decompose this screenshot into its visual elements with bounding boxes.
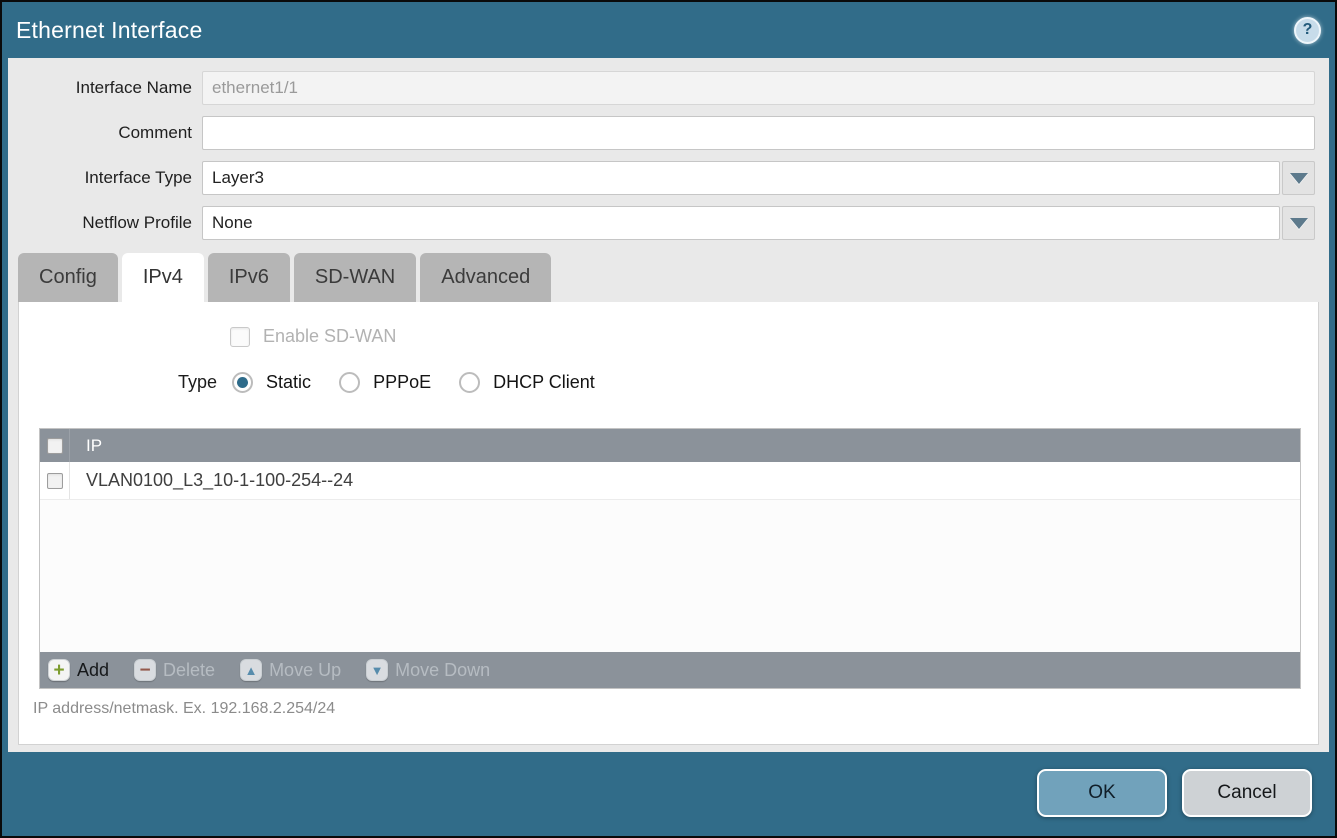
chevron-down-icon	[1290, 173, 1308, 184]
radio-pppoe-label[interactable]: PPPoE	[373, 372, 431, 393]
tab-config[interactable]: Config	[18, 253, 118, 302]
ip-table: IP VLAN0100_L3_10-1-100-254--24 + Add −	[39, 428, 1301, 689]
tab-sdwan[interactable]: SD-WAN	[294, 253, 416, 302]
chevron-down-icon	[1290, 218, 1308, 229]
ok-button[interactable]: OK	[1037, 769, 1167, 817]
form-row-interface-name: Interface Name	[8, 71, 1315, 105]
radio-dhcp-client-label[interactable]: DHCP Client	[493, 372, 595, 393]
cancel-button[interactable]: Cancel	[1182, 769, 1312, 817]
type-radio-group: Type Static PPPoE DHCP Client	[178, 372, 623, 393]
comment-field[interactable]	[202, 116, 1315, 150]
interface-type-label: Interface Type	[8, 168, 202, 188]
dialog-footer: OK Cancel	[2, 750, 1335, 836]
dialog-body: Interface Name Comment Interface Type Ne…	[8, 58, 1329, 752]
type-label: Type	[178, 372, 217, 393]
form-row-interface-type: Interface Type	[8, 161, 1315, 195]
help-icon[interactable]: ?	[1294, 17, 1321, 44]
table-row[interactable]: VLAN0100_L3_10-1-100-254--24	[40, 462, 1300, 500]
netflow-profile-label: Netflow Profile	[8, 213, 202, 233]
tab-ipv6[interactable]: IPv6	[208, 253, 290, 302]
tab-bar: Config IPv4 IPv6 SD-WAN Advanced	[18, 253, 1329, 302]
dialog-title: Ethernet Interface	[16, 17, 202, 44]
enable-sdwan-label: Enable SD-WAN	[263, 326, 396, 347]
enable-sdwan-checkbox	[230, 327, 250, 347]
ethernet-interface-dialog: Ethernet Interface ? Interface Name Comm…	[0, 0, 1337, 838]
form-row-netflow-profile: Netflow Profile	[8, 206, 1315, 240]
netflow-profile-select[interactable]	[202, 206, 1280, 240]
row-checkbox[interactable]	[47, 473, 63, 489]
minus-icon: −	[134, 659, 156, 681]
ip-cell[interactable]: VLAN0100_L3_10-1-100-254--24	[70, 470, 353, 491]
plus-icon: +	[48, 659, 70, 681]
interface-type-select[interactable]	[202, 161, 1280, 195]
radio-dhcp-client[interactable]	[459, 372, 480, 393]
comment-label: Comment	[8, 123, 202, 143]
radio-static-label[interactable]: Static	[266, 372, 311, 393]
ip-column-header: IP	[70, 436, 102, 456]
interface-type-dropdown-button[interactable]	[1282, 161, 1315, 195]
dialog-titlebar: Ethernet Interface ?	[2, 2, 1335, 58]
arrow-down-icon: ▼	[366, 659, 388, 681]
add-button[interactable]: + Add	[48, 659, 109, 681]
radio-pppoe[interactable]	[339, 372, 360, 393]
ipv4-tab-panel: Enable SD-WAN Type Static PPPoE DHCP Cli…	[18, 302, 1319, 745]
ip-table-header: IP	[40, 429, 1300, 462]
interface-name-label: Interface Name	[8, 78, 202, 98]
arrow-up-icon: ▲	[240, 659, 262, 681]
select-all-checkbox[interactable]	[47, 438, 63, 454]
tab-advanced[interactable]: Advanced	[420, 253, 551, 302]
netflow-profile-dropdown-button[interactable]	[1282, 206, 1315, 240]
tab-ipv4[interactable]: IPv4	[122, 253, 204, 302]
table-empty-area	[40, 500, 1300, 652]
move-up-button: ▲ Move Up	[240, 659, 341, 681]
form-row-comment: Comment	[8, 116, 1315, 150]
delete-button: − Delete	[134, 659, 215, 681]
move-down-button: ▼ Move Down	[366, 659, 490, 681]
enable-sdwan-row: Enable SD-WAN	[230, 326, 396, 347]
interface-name-field	[202, 71, 1315, 105]
table-toolbar: + Add − Delete ▲ Move Up ▼ Move Down	[40, 652, 1300, 688]
ip-format-hint: IP address/netmask. Ex. 192.168.2.254/24	[33, 700, 335, 718]
radio-static[interactable]	[232, 372, 253, 393]
